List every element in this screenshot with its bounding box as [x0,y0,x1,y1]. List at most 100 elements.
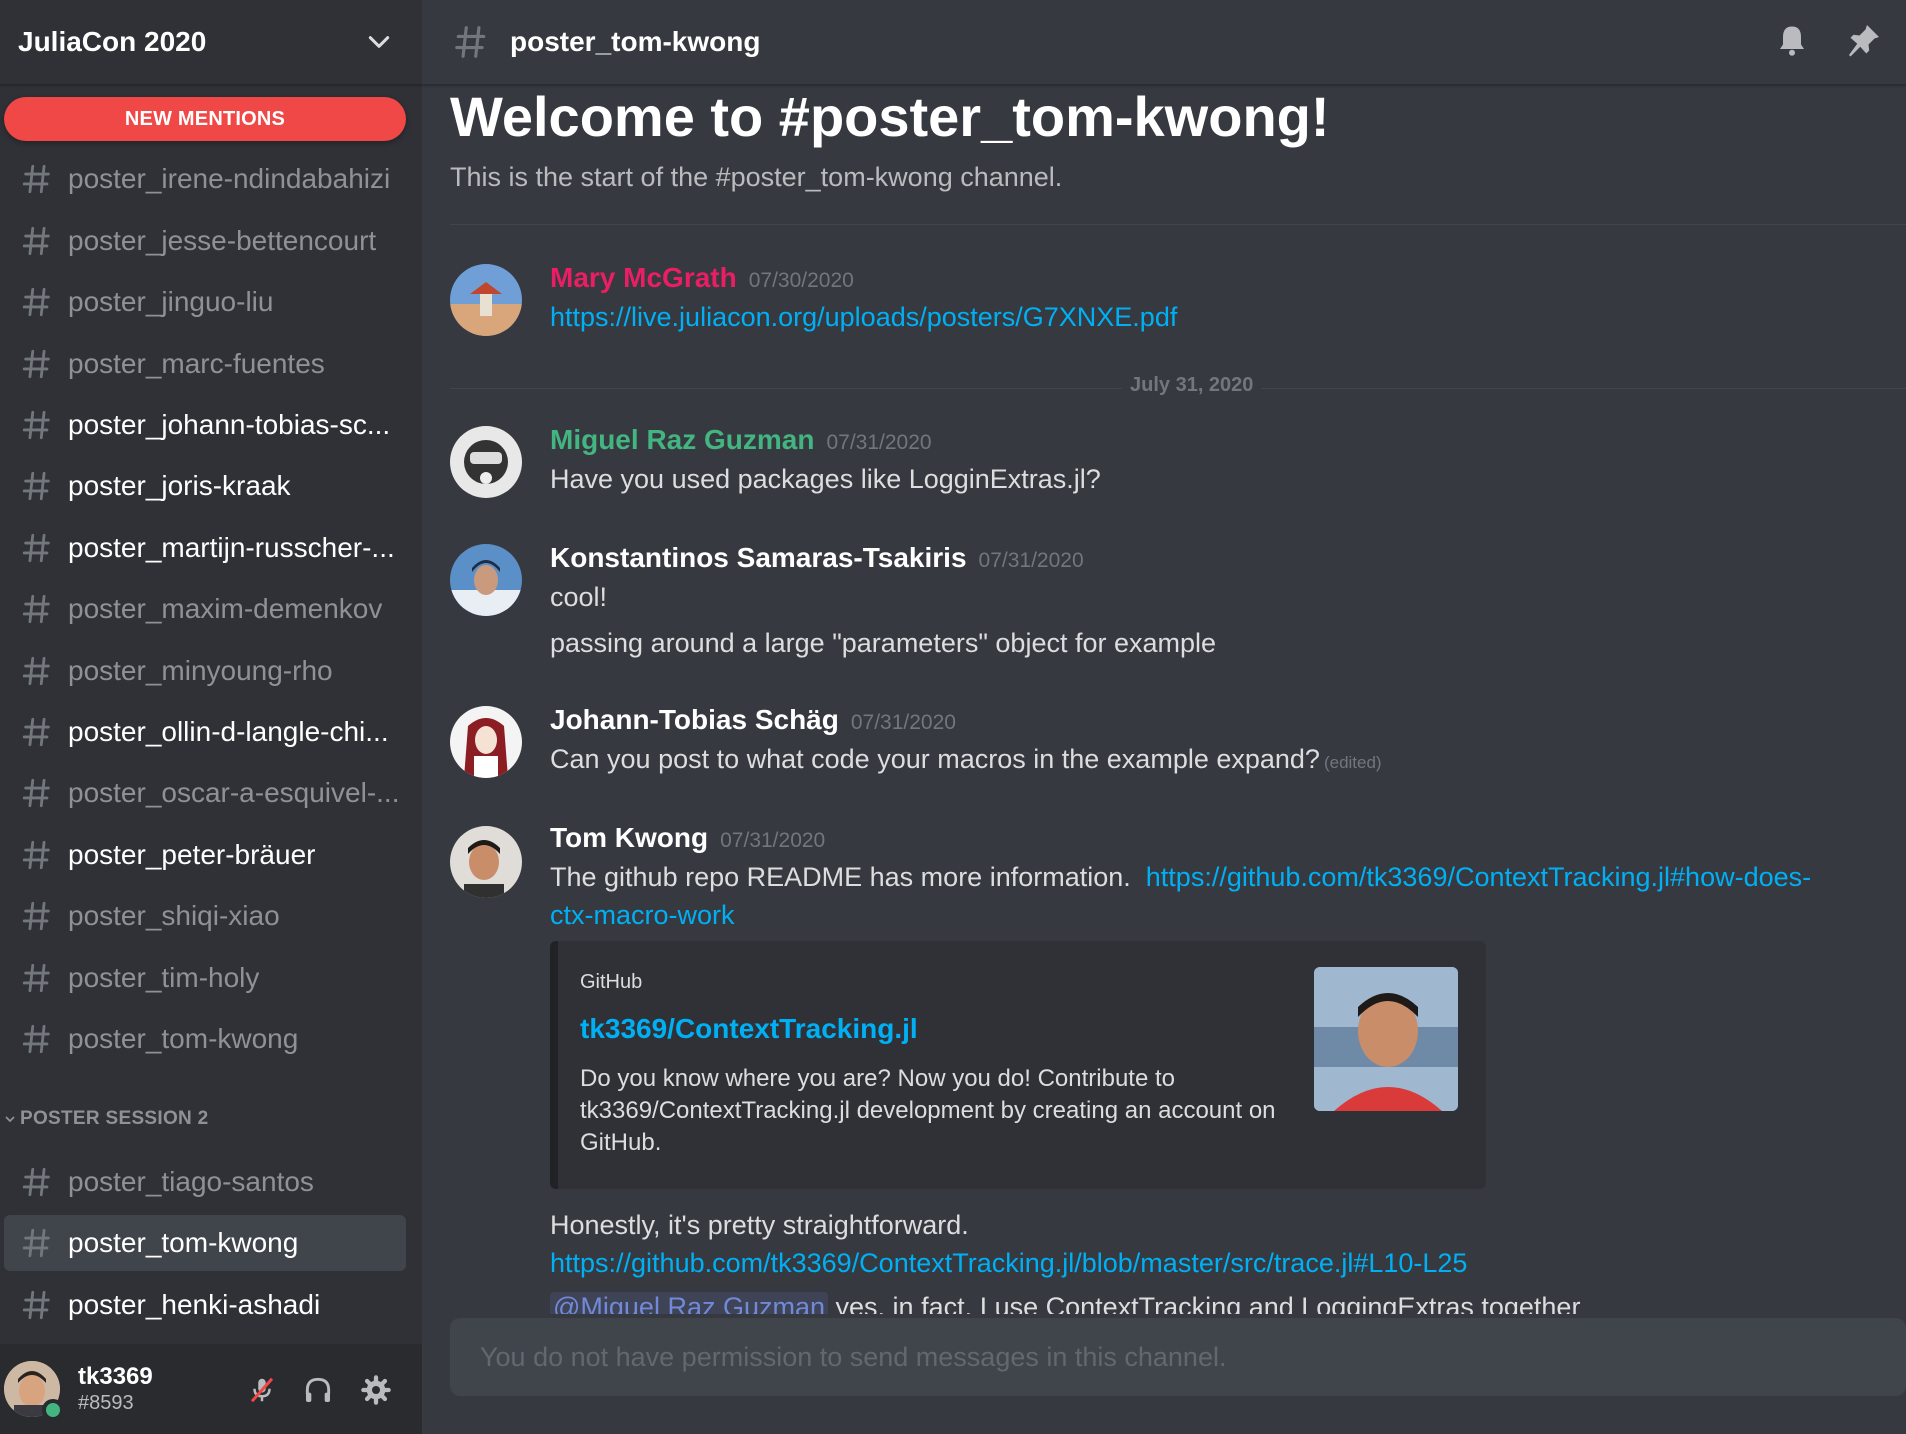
headphones-icon[interactable] [300,1372,336,1408]
hash-icon [22,349,50,378]
channel-name: poster_joris-kraak [68,470,291,502]
hash-icon [22,840,50,869]
message-author[interactable]: Tom Kwong 07/31/2020 [550,822,825,854]
message-author[interactable]: Mary McGrath 07/30/2020 [550,262,854,294]
hash-icon [22,472,50,501]
channel-name: poster_jinguo-liu [68,286,274,318]
user-discriminator: #8593 [78,1392,134,1415]
mute-mic-icon[interactable] [244,1372,280,1408]
username: tk3369 [78,1362,153,1390]
channel-item[interactable]: poster_martijn-russcher-... [4,520,406,576]
message-content: Honestly, it's pretty straightforward. [550,1210,969,1240]
channel-name: poster_johann-tobias-sc... [68,409,391,440]
channel-name: poster_minyoung-rho [68,654,333,686]
date-divider-label: July 31, 2020 [1122,374,1262,397]
hash-icon [22,717,50,747]
embed-provider[interactable]: GitHub [580,971,642,994]
channel-item[interactable]: poster_ollin-d-langle-chi... [4,704,406,760]
embed-thumbnail[interactable] [1314,967,1458,1111]
channel-name: poster_marc-fuentes [68,347,325,379]
edited-label: (edited) [1323,753,1382,772]
channel-name: poster_oscar-a-esquivel-... [68,777,400,809]
avatar[interactable] [4,1361,64,1421]
link-embed: GitHub tk3369/ContextTracking.jl Do you … [550,941,1486,1189]
channel-name: poster_tom-kwong [68,1227,299,1259]
avatar[interactable] [450,264,522,336]
channel-item[interactable]: poster_peter-bräuer [4,827,406,883]
avatar[interactable] [450,544,522,616]
channel-item[interactable]: poster_shiqi-xiao [4,888,406,944]
channel-item[interactable]: poster_joris-kraak [4,458,406,514]
author-name[interactable]: Konstantinos Samaras-Tsakiris [550,542,967,573]
embed-title[interactable]: tk3369/ContextTracking.jl [580,1013,918,1045]
hash-icon [22,1024,50,1054]
message-composer: You do not have permission to send messa… [450,1318,1906,1396]
message-link[interactable]: https://live.juliacon.org/uploads/poster… [550,302,1177,332]
hash-icon [22,226,50,255]
channel-name: poster_tom-kwong [68,1023,299,1054]
category-header[interactable]: POSTER SESSION 2 [0,1104,209,1134]
channel-item[interactable]: poster_tom-kwong [4,1215,406,1272]
channel-name: poster_irene-ndindabahizi [68,163,391,195]
avatar[interactable] [450,706,522,778]
message-content: https://live.juliacon.org/uploads/poster… [550,302,1177,333]
message-link[interactable]: https://github.com/tk3369/ContextTrackin… [550,1248,1467,1278]
message-timestamp: 07/30/2020 [748,269,854,292]
channel-name: poster_henki-ashadi [68,1288,321,1320]
channel-item[interactable]: poster_oscar-a-esquivel-... [4,765,406,821]
channel-list: poster_ilo-...odinposter_irene-ndindabah… [0,84,422,1344]
channel-name: poster_martijn-russcher-... [68,531,395,563]
channel-item[interactable]: poster_jinguo-liu [4,274,406,330]
message-text: The github repo README has more informat… [550,862,1131,892]
message-timestamp: 07/31/2020 [978,549,1084,572]
hash-icon [22,1167,50,1197]
message-link-continued[interactable]: ctx-macro-work [550,900,735,930]
pin-icon[interactable] [1844,20,1884,60]
chevron-down-icon [5,1116,15,1123]
message-content: The github repo README has more informat… [550,862,1811,893]
message-author[interactable]: Johann-Tobias Schäg 07/31/2020 [550,704,956,736]
channel-name: poster_peter-bräuer [68,838,316,870]
message-timestamp: 07/31/2020 [826,431,932,454]
server-header[interactable]: JuliaCon 2020 [0,0,422,84]
channel-item[interactable]: poster_maxim-demenkov [4,581,406,637]
author-name[interactable]: Johann-Tobias Schäg [550,704,839,735]
server-name: JuliaCon 2020 [18,26,207,57]
author-name[interactable]: Miguel Raz Guzman [550,424,814,455]
message-author[interactable]: Miguel Raz Guzman 07/31/2020 [550,424,932,456]
channel-name: poster_ollin-d-langle-chi... [68,716,389,747]
channel-sidebar: JuliaCon 2020 poster_ilo-...odinposter_i… [0,0,422,1434]
chevron-down-icon[interactable] [366,29,392,55]
author-name[interactable]: Mary McGrath [550,262,737,293]
welcome-subtitle: This is the start of the #poster_tom-kwo… [450,162,1063,192]
channel-item[interactable]: poster_marc-fuentes [4,336,406,392]
channel-name: poster_shiqi-xiao [68,900,280,932]
online-status-indicator [42,1399,64,1421]
hash-icon [22,779,50,808]
channel-item[interactable]: poster_tom-kwong [4,1011,406,1067]
channel-item[interactable]: poster_tim-holy [4,950,406,1006]
new-mentions-button[interactable]: NEW MENTIONS [4,97,406,141]
channel-item[interactable]: poster_irene-ndindabahizi [4,151,406,207]
hash-icon [22,1290,50,1319]
message-link[interactable]: https://github.com/tk3369/ContextTrackin… [1146,862,1811,892]
channel-item[interactable]: poster_henki-ashadi [4,1277,406,1333]
hash-icon [22,1229,50,1258]
user-mention[interactable]: @Miguel Raz Guzman [550,1292,829,1314]
channel-item[interactable]: poster_jesse-bettencourt [4,213,406,269]
message-author[interactable]: Konstantinos Samaras-Tsakiris 07/31/2020 [550,542,1084,574]
message-content: cool! [550,582,608,612]
welcome-title: Welcome to #poster_tom-kwong! [450,85,1330,148]
message-content: passing around a large "parameters" obje… [550,628,1217,658]
channel-name: poster_tim-holy [68,961,260,993]
channel-item[interactable]: poster_minyoung-rho [4,643,406,699]
channel-item[interactable]: poster_johann-tobias-sc... [4,397,406,453]
bell-icon[interactable] [1772,20,1812,60]
gear-icon[interactable] [358,1372,394,1408]
channel-item[interactable]: poster_tiago-santos [4,1154,406,1210]
avatar[interactable] [450,426,522,498]
composer-placeholder: You do not have permission to send messa… [480,1341,1227,1372]
avatar[interactable] [450,826,522,898]
author-name[interactable]: Tom Kwong [550,822,708,853]
hash-icon [22,595,50,624]
